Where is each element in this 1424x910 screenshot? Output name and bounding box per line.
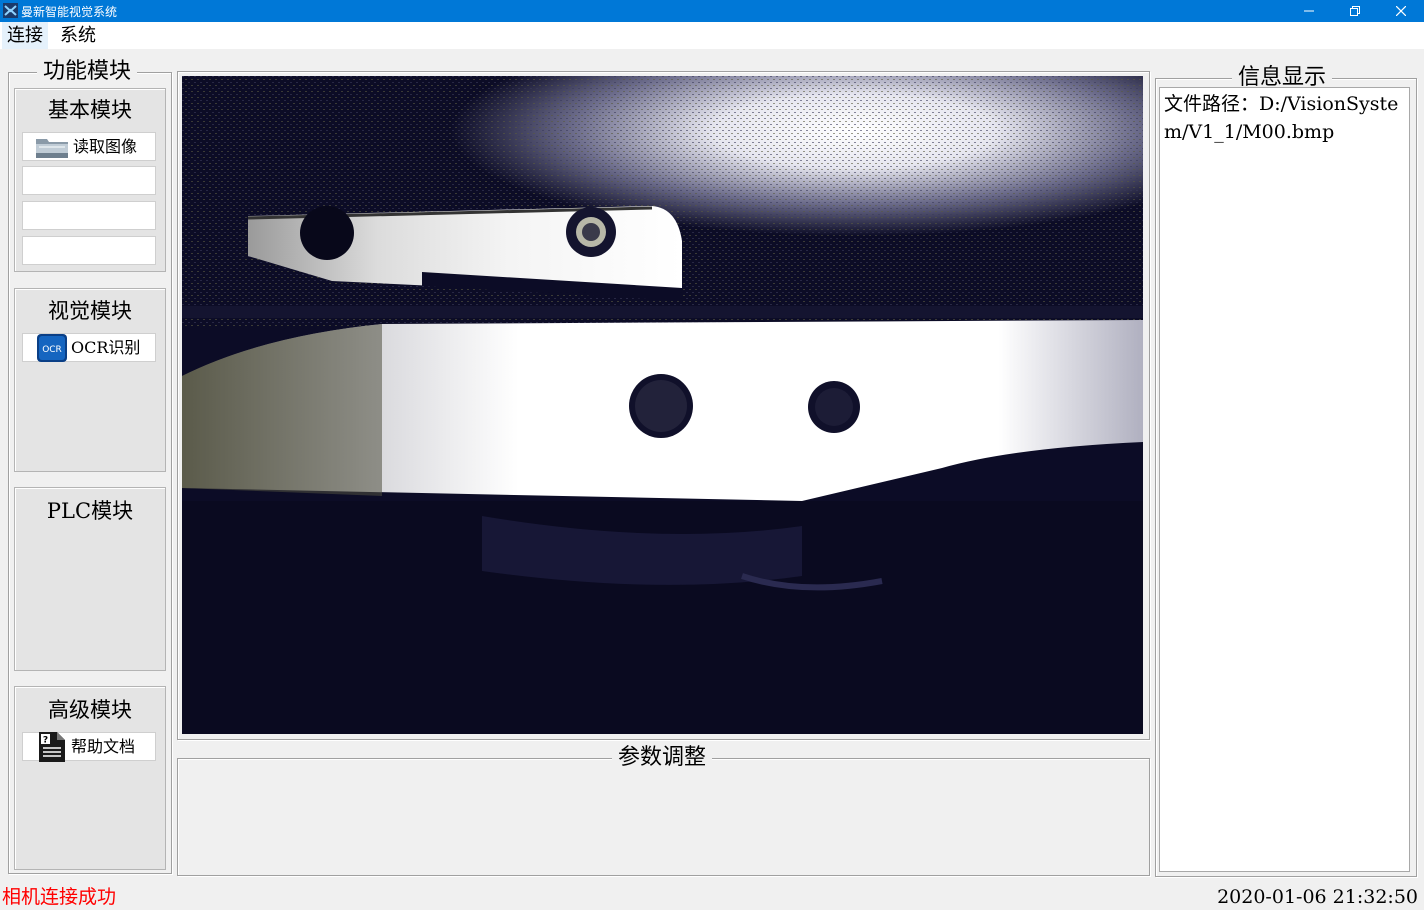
- read-image-button[interactable]: 读取图像: [22, 132, 156, 161]
- help-document-icon: ?: [39, 732, 65, 762]
- param-adjust-group: 参数调整: [177, 744, 1150, 876]
- folder-icon: [36, 139, 68, 158]
- camera-image-view[interactable]: [182, 76, 1143, 734]
- plc-module-panel: PLC模块: [14, 487, 166, 671]
- vision-module-title: 视觉模块: [48, 299, 132, 323]
- basic-module-title: 基本模块: [48, 98, 132, 122]
- camera-status-message: 相机连接成功: [2, 886, 117, 908]
- info-textbox[interactable]: 文件路径：D:/VisionSystem/V1_1/M00.bmp: [1159, 87, 1410, 872]
- help-document-label: 帮助文档: [71, 737, 136, 756]
- close-button[interactable]: [1378, 0, 1424, 22]
- svg-text:?: ?: [43, 736, 48, 746]
- basic-module-empty-button-2[interactable]: [22, 201, 156, 230]
- ocr-icon-text: OCR: [42, 345, 62, 355]
- minimize-button[interactable]: [1286, 0, 1332, 22]
- menu-system[interactable]: 系统: [55, 22, 101, 49]
- vision-module-panel: 视觉模块 OCR OCR识别: [14, 288, 166, 472]
- menu-connect[interactable]: 连接: [2, 22, 48, 49]
- function-module-title: 功能模块: [37, 58, 138, 86]
- help-document-button[interactable]: ? 帮助文档: [22, 732, 156, 762]
- camera-image: [182, 76, 1143, 734]
- advanced-module-title: 高级模块: [48, 698, 132, 722]
- ocr-label: OCR识别: [71, 338, 141, 357]
- close-icon: [1396, 6, 1406, 16]
- basic-module-panel: 基本模块 读取图像: [14, 88, 166, 272]
- ocr-icon: OCR: [37, 334, 67, 362]
- advanced-module-panel: 高级模块 ? 帮助文档: [14, 686, 166, 870]
- title-bar: 曼新智能视觉系统: [0, 0, 1424, 22]
- window-title: 曼新智能视觉系统: [21, 5, 118, 19]
- param-adjust-title: 参数调整: [612, 744, 713, 772]
- read-image-label: 读取图像: [73, 137, 138, 156]
- basic-module-empty-button-3[interactable]: [22, 236, 156, 265]
- plc-module-title: PLC模块: [46, 499, 134, 523]
- basic-module-empty-button-1[interactable]: [22, 166, 156, 195]
- file-path-text: 文件路径：D:/VisionSystem/V1_1/M00.bmp: [1164, 93, 1399, 143]
- menu-bar: 连接 系统: [0, 22, 1424, 49]
- restore-icon: [1350, 6, 1360, 16]
- minimize-icon: [1304, 10, 1314, 12]
- ocr-button[interactable]: OCR OCR识别: [22, 333, 156, 362]
- app-icon: [3, 3, 18, 18]
- restore-button[interactable]: [1332, 0, 1378, 22]
- status-datetime: 2020-01-06 21:32:50: [1217, 886, 1418, 908]
